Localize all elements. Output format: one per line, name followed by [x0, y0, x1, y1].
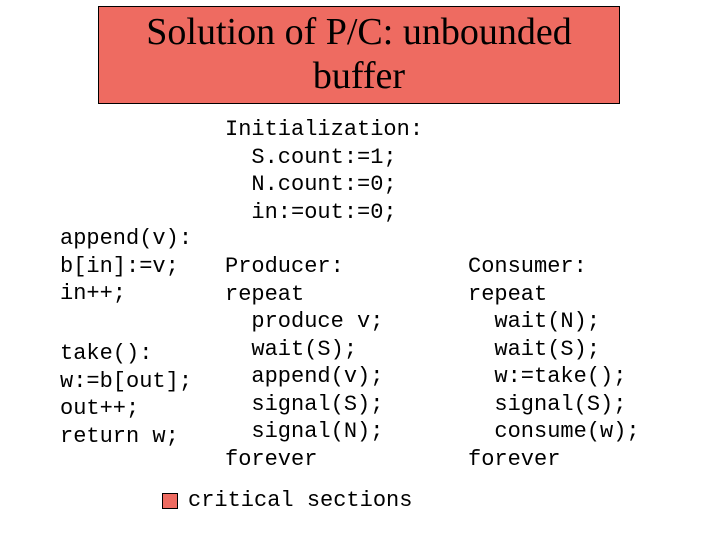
- legend-label: critical sections: [188, 488, 412, 513]
- initialization-code: Initialization: S.count:=1; N.count:=0; …: [225, 116, 423, 226]
- title-box: Solution of P/C: unbounded buffer: [98, 6, 620, 104]
- slide-title: Solution of P/C: unbounded buffer: [99, 11, 619, 98]
- legend-swatch-icon: [162, 493, 178, 509]
- consumer-code: Consumer: repeat wait(N); wait(S); w:=ta…: [468, 253, 640, 473]
- slide: Solution of P/C: unbounded buffer Initia…: [0, 0, 720, 540]
- append-function-code: append(v): b[in]:=v; in++;: [60, 225, 192, 308]
- legend: critical sections: [162, 488, 412, 513]
- take-function-code: take(): w:=b[out]; out++; return w;: [60, 340, 192, 450]
- producer-code: Producer: repeat produce v; wait(S); app…: [225, 253, 383, 473]
